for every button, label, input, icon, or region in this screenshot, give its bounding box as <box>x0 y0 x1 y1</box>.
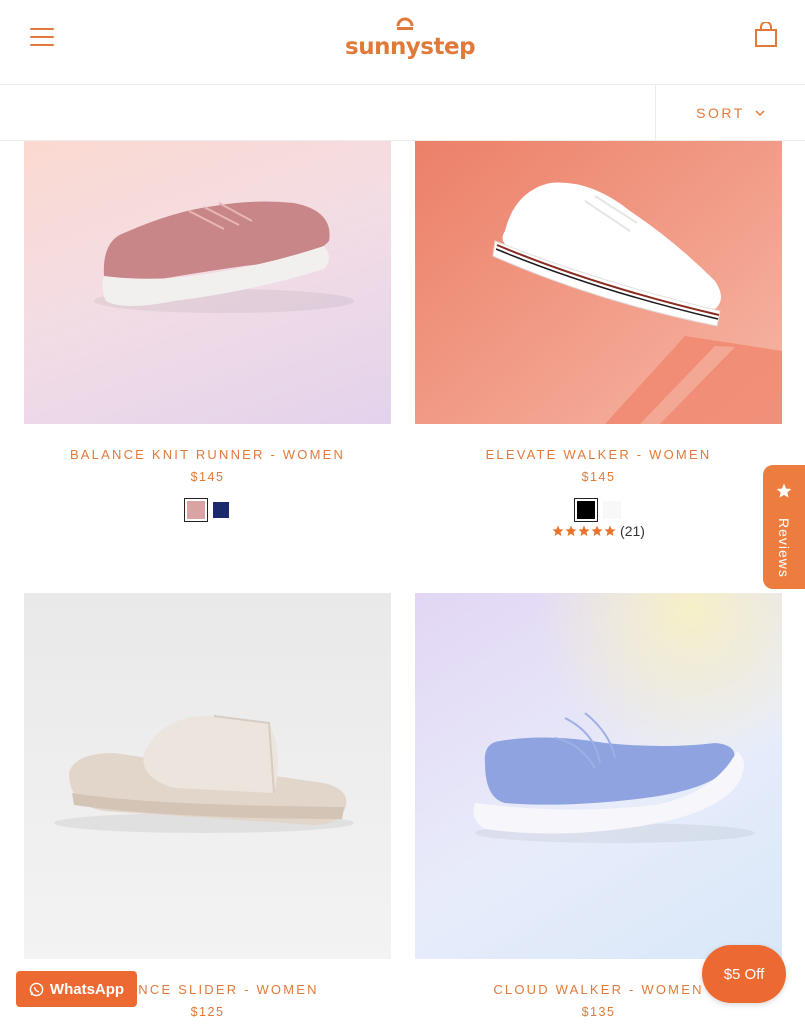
filter-sort-bar: SORT <box>0 85 805 141</box>
product-price: $125 <box>190 1005 225 1019</box>
hamburger-menu-icon[interactable] <box>30 28 54 46</box>
whatsapp-button[interactable]: WhatsApp <box>16 971 137 1007</box>
discount-label: $5 Off <box>723 965 765 983</box>
color-swatches <box>24 498 391 522</box>
star-icon <box>604 525 616 536</box>
product-price: $135 <box>581 1005 616 1019</box>
swatch-white[interactable] <box>602 501 621 519</box>
site-logo[interactable]: sunnystep <box>345 14 476 64</box>
star-icon <box>776 483 792 498</box>
product-card-balance-knit-runner[interactable]: BALANCE KNIT RUNNER - WOMEN $145 <box>24 141 391 541</box>
color-swatches <box>415 498 782 522</box>
pink-knit-sneaker-image <box>94 201 354 313</box>
sort-button[interactable]: SORT <box>656 85 805 141</box>
rating-stars <box>552 525 616 537</box>
sort-label: SORT <box>696 105 745 121</box>
star-icon <box>578 525 590 536</box>
whatsapp-icon <box>29 982 44 996</box>
product-price: $145 <box>581 470 616 484</box>
blue-knit-sneaker-image <box>473 712 755 843</box>
rating-count: (21) <box>620 523 645 539</box>
star-icon <box>591 525 603 536</box>
star-icon <box>565 525 577 536</box>
product-card-balance-slider[interactable]: BALANCE SLIDER - WOMEN $125 <box>24 593 391 1024</box>
site-header: sunnystep <box>0 0 805 85</box>
product-image[interactable] <box>415 141 782 424</box>
shopping-bag-icon[interactable] <box>754 22 778 48</box>
sun-logo-icon <box>396 17 414 30</box>
swatch-pink[interactable] <box>183 498 208 522</box>
product-image[interactable] <box>24 593 391 959</box>
swatch-navy[interactable] <box>212 502 229 518</box>
star-icon <box>552 525 564 536</box>
product-image[interactable] <box>415 593 782 959</box>
logo-text: sunnystep <box>345 34 476 60</box>
chevron-down-icon <box>755 109 765 116</box>
product-rating[interactable]: (21) <box>415 523 782 539</box>
swatch-black[interactable] <box>573 498 598 522</box>
beige-slide-sandal-image <box>54 715 354 833</box>
product-image[interactable] <box>24 141 391 424</box>
product-price: $145 <box>190 470 225 484</box>
whatsapp-label: WhatsApp <box>49 980 125 998</box>
reviews-tab[interactable]: Reviews <box>763 465 805 589</box>
discount-popup-button[interactable]: $5 Off <box>702 945 786 1003</box>
product-title[interactable]: BALANCE KNIT RUNNER - WOMEN <box>24 447 391 462</box>
white-leather-sneaker-image <box>492 182 782 424</box>
reviews-label: Reviews <box>776 518 792 578</box>
product-title[interactable]: ELEVATE WALKER - WOMEN <box>415 447 782 462</box>
product-card-elevate-walker[interactable]: ELEVATE WALKER - WOMEN $145 (21) <box>415 141 782 541</box>
